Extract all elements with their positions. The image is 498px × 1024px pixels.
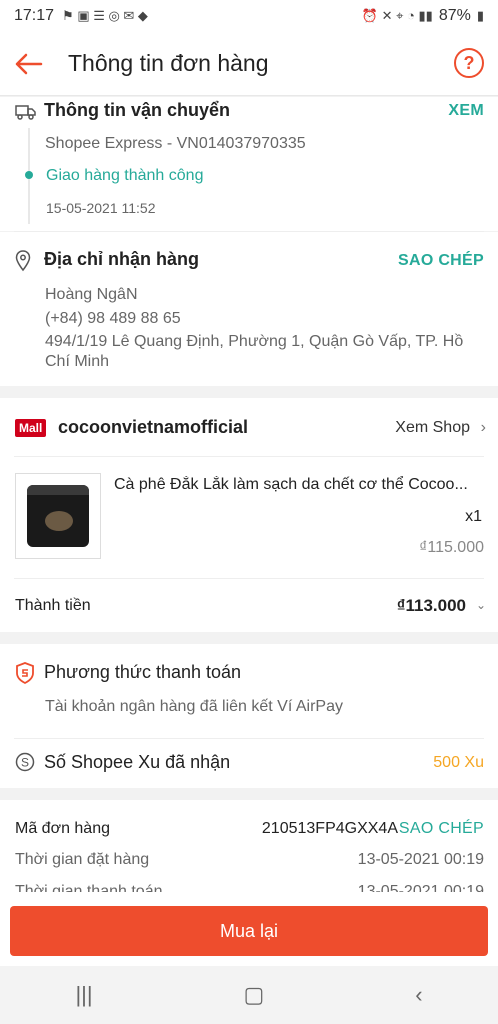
view-shop-button[interactable]: Xem Shop [395,419,470,437]
back-nav-icon[interactable]: ‹ [415,982,422,1008]
shipping-status: Giao hàng thành công [46,167,204,184]
status-bar: 17:17 ⚑ ▣ ☰ ◎ ✉ ◆ ⏰ ✕ ⌖ ◔ ▮▮ 87% ▮ [0,0,498,32]
recipient-name: Hoàng NgâN [45,286,138,303]
divider [14,738,484,739]
total-value: ₫113.000 [396,596,466,615]
product-name[interactable]: Cà phê Đắk Lắk làm sạch da chết cơ thể C… [114,476,484,494]
help-icon[interactable]: ? [454,48,484,78]
product-thumbnail[interactable] [15,473,101,559]
divider [14,456,484,457]
product-image [27,485,89,547]
timeline-dot [25,171,33,179]
divider [14,578,484,579]
coins-value: 500 Xu [433,754,484,771]
shipping-title: Thông tin vận chuyển [44,100,231,120]
address-line-2: Chí Minh [45,353,110,370]
battery-level: 87% [438,7,471,24]
shield-icon [16,662,34,684]
payment-method: Tài khoản ngân hàng đã liên kết Ví AirPa… [45,698,343,715]
product-quantity: x1 [465,508,482,525]
copy-order-id-button[interactable]: SAO CHÉP [399,820,484,838]
carrier-tracking: Shopee Express - VN014037970335 [45,135,306,152]
chevron-right-icon: › [480,419,486,436]
shipping-status-time: 15-05-2021 11:52 [46,200,156,216]
coins-title: Số Shopee Xu đã nhận [44,752,231,772]
address-card: Địa chỉ nhận hàng SAO CHÉP Hoàng NgâN (+… [0,232,498,386]
order-placed-value: 13-05-2021 00:19 [357,851,484,868]
status-time: 17:17 [14,7,55,24]
app-header: Thông tin đơn hàng ? [0,32,498,96]
system-icons: ⏰ ✕ ⌖ ◔ ▮▮ [361,8,433,23]
page-title: Thông tin đơn hàng [68,50,269,76]
chevron-down-icon[interactable]: ⌄ [476,598,486,612]
coin-icon: S [15,752,35,772]
notification-icons: ⚑ ▣ ☰ ◎ ✉ ◆ [62,8,148,23]
system-nav-bar: ||| ▢ ‹ [0,966,498,1024]
coins-card: S Số Shopee Xu đã nhận 500 Xu [0,738,498,788]
order-id-label: Mã đơn hàng [15,820,110,837]
address-line-1: 494/1/19 Lê Quang Định, Phường 1, Quận G… [45,333,464,350]
buy-again-button[interactable]: Mua lại [10,906,488,956]
recent-apps-icon[interactable]: ||| [75,982,92,1008]
back-arrow-icon[interactable] [0,32,58,96]
address-title: Địa chỉ nhận hàng [44,249,200,269]
home-icon[interactable]: ▢ [244,982,265,1008]
payment-card: Phương thức thanh toán Tài khoản ngân hà… [0,644,498,744]
truck-icon [15,105,36,120]
location-pin-icon [15,250,31,272]
order-placed-label: Thời gian đặt hàng [15,851,150,868]
view-shipping-button[interactable]: XEM [448,102,484,120]
battery-icon: ▮ [476,8,484,23]
payment-title: Phương thức thanh toán [44,662,242,682]
total-label: Thành tiền [15,597,91,614]
mall-badge: Mall [15,419,47,437]
order-id-value: 210513FP4GXX4A [261,820,398,837]
order-details-card: Mã đơn hàng 210513FP4GXX4A SAO CHÉP Thời… [0,800,498,900]
copy-address-button[interactable]: SAO CHÉP [398,252,484,270]
shop-name: cocoonvietnamofficial [58,417,249,437]
shipping-card: Thông tin vận chuyển XEM Shopee Express … [0,97,498,231]
recipient-phone: (+84) 98 489 88 65 [45,310,181,327]
product-price: ₫115.000 [419,539,484,556]
svg-text:S: S [21,756,29,770]
